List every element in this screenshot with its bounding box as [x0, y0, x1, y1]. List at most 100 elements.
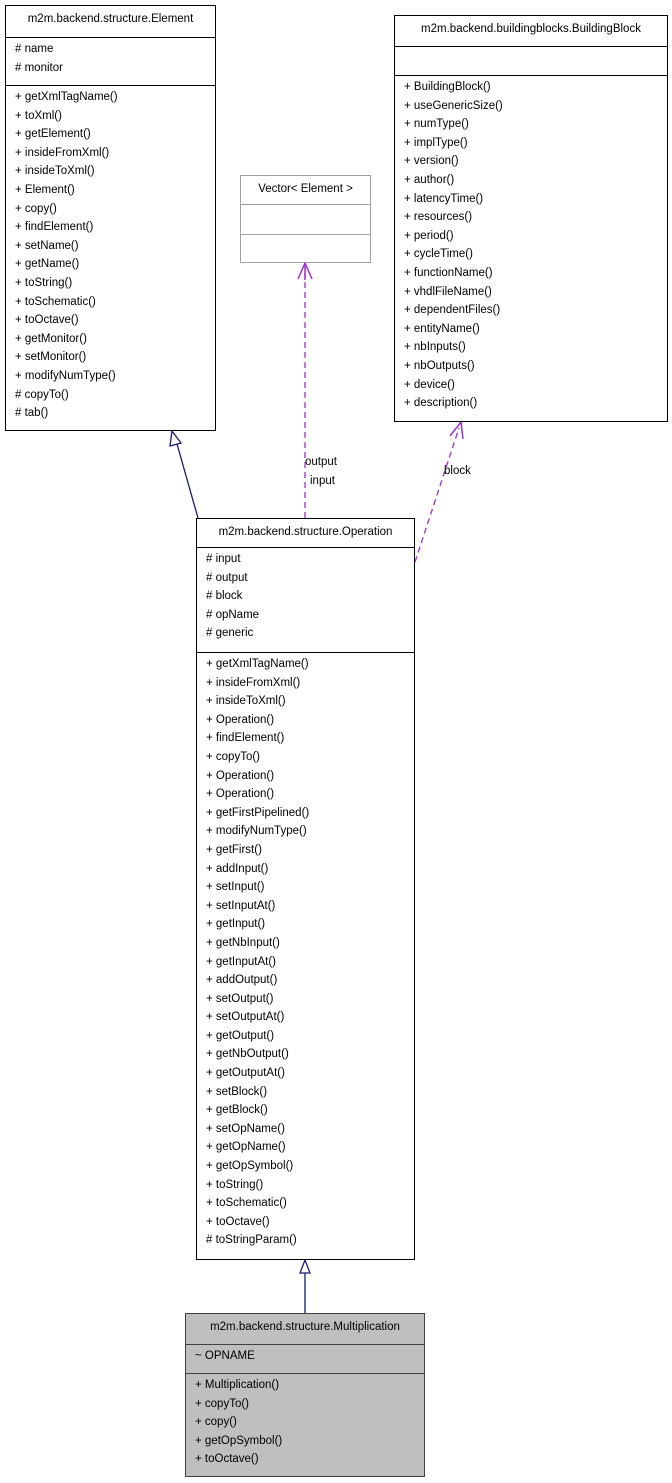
method-item[interactable]: + insideFromXml() — [206, 674, 414, 693]
method-item[interactable]: + getInput() — [206, 915, 414, 934]
method-item[interactable]: + toOctave() — [15, 311, 215, 330]
method-item[interactable]: + copy() — [195, 1413, 424, 1432]
method-item[interactable]: + modifyNumType() — [206, 822, 414, 841]
method-item[interactable]: + getName() — [15, 255, 215, 274]
methods-section: + BuildingBlock() + useGenericSize() + num… — [395, 75, 667, 413]
method-item[interactable]: + setInputAt() — [206, 897, 414, 916]
method-item[interactable]: + device() — [404, 376, 667, 395]
method-item[interactable]: + getOpName() — [206, 1138, 414, 1157]
method-item[interactable]: + functionName() — [404, 264, 667, 283]
attribute-item[interactable]: # input — [206, 550, 414, 569]
attribute-item[interactable]: # monitor — [15, 59, 215, 78]
attribute-item[interactable]: # opName — [206, 606, 414, 625]
method-item[interactable]: + getFirst() — [206, 841, 414, 860]
method-item[interactable]: + setName() — [15, 237, 215, 256]
inheritance-arrowhead-operation — [299, 1258, 311, 1274]
method-item[interactable]: + copy() — [15, 200, 215, 219]
method-item[interactable]: + toSchematic() — [15, 293, 215, 312]
attribute-item[interactable]: # name — [15, 40, 215, 59]
method-item[interactable]: + toOctave() — [195, 1450, 424, 1469]
method-item[interactable]: + entityName() — [404, 320, 667, 339]
attribute-item[interactable]: # output — [206, 569, 414, 588]
method-item[interactable]: + getBlock() — [206, 1101, 414, 1120]
class-vector[interactable]: Vector< Element > — [240, 175, 371, 263]
method-item[interactable]: + insideToXml() — [15, 162, 215, 181]
method-item[interactable]: + setOpName() — [206, 1120, 414, 1139]
method-item[interactable]: + version() — [404, 152, 667, 171]
method-item[interactable]: + resources() — [404, 208, 667, 227]
methods-section: + Multiplication() + copyTo() + copy() + ge… — [186, 1373, 424, 1469]
attribute-item[interactable]: # generic — [206, 624, 414, 643]
method-item[interactable]: + toOctave() — [206, 1213, 414, 1232]
method-item[interactable]: + getOutputAt() — [206, 1064, 414, 1083]
method-item[interactable]: + getElement() — [15, 125, 215, 144]
edge-operation-element — [176, 443, 199, 519]
method-item[interactable]: + findElement() — [15, 218, 215, 237]
attributes-section: ~ OPNAME — [186, 1344, 424, 1373]
class-name: m2m.backend.structure.Multiplication — [210, 1321, 400, 1333]
method-item[interactable]: + Element() — [15, 181, 215, 200]
class-name: m2m.backend.buildingblocks.BuildingBlock — [421, 23, 641, 35]
method-item[interactable]: + nbOutputs() — [404, 357, 667, 376]
attributes-section: # name # monitor — [6, 37, 215, 85]
method-item[interactable]: + addInput() — [206, 860, 414, 879]
edge-label-output: output — [305, 456, 337, 468]
method-item[interactable]: + numType() — [404, 115, 667, 134]
method-item[interactable]: + implType() — [404, 134, 667, 153]
method-item[interactable]: + author() — [404, 171, 667, 190]
method-item[interactable]: + toXml() — [15, 107, 215, 126]
method-item[interactable]: + getNbOutput() — [206, 1045, 414, 1064]
method-item[interactable]: + getFirstPipelined() — [206, 804, 414, 823]
method-item[interactable]: + Operation() — [206, 785, 414, 804]
method-item[interactable]: + setMonitor() — [15, 348, 215, 367]
method-item[interactable]: # copyTo() — [15, 386, 215, 405]
method-item[interactable]: + period() — [404, 227, 667, 246]
method-item[interactable]: + setInput() — [206, 878, 414, 897]
inheritance-arrowhead-element — [169, 429, 183, 447]
method-item[interactable]: + cycleTime() — [404, 245, 667, 264]
class-multiplication[interactable]: m2m.backend.structure.Multiplication ~ O… — [185, 1313, 425, 1477]
method-item[interactable]: + getOutput() — [206, 1027, 414, 1046]
method-item[interactable]: + modifyNumType() — [15, 367, 215, 386]
class-building-block[interactable]: m2m.backend.buildingblocks.BuildingBlock… — [394, 15, 668, 422]
methods-section: + getXmlTagName() + toXml() + getElement()… — [6, 85, 215, 423]
class-name: Vector< Element > — [258, 183, 353, 195]
method-item[interactable]: + insideFromXml() — [15, 144, 215, 163]
method-item[interactable]: + toString() — [15, 274, 215, 293]
method-item[interactable]: + getMonitor() — [15, 330, 215, 349]
method-item[interactable]: + copyTo() — [195, 1395, 424, 1414]
method-item[interactable]: + getOpSymbol() — [195, 1432, 424, 1451]
method-item[interactable]: + getXmlTagName() — [206, 655, 414, 674]
method-item[interactable]: + findElement() — [206, 729, 414, 748]
attribute-item[interactable]: ~ OPNAME — [195, 1347, 424, 1366]
method-item[interactable]: + getNbInput() — [206, 934, 414, 953]
method-item[interactable]: # tab() — [15, 404, 215, 423]
method-item[interactable]: + latencyTime() — [404, 190, 667, 209]
method-item[interactable]: + BuildingBlock() — [404, 78, 667, 97]
method-item[interactable]: + Operation() — [206, 711, 414, 730]
method-item[interactable]: + nbInputs() — [404, 338, 667, 357]
method-item[interactable]: + toSchematic() — [206, 1194, 414, 1213]
method-item[interactable]: + setOutputAt() — [206, 1008, 414, 1027]
method-item[interactable]: + vhdlFileName() — [404, 283, 667, 302]
method-item[interactable]: + getOpSymbol() — [206, 1157, 414, 1176]
method-item[interactable]: + setBlock() — [206, 1083, 414, 1102]
method-item[interactable]: + insideToXml() — [206, 692, 414, 711]
method-item[interactable]: + copyTo() — [206, 748, 414, 767]
attribute-item[interactable]: # block — [206, 587, 414, 606]
method-item[interactable]: + getInputAt() — [206, 953, 414, 972]
method-item[interactable]: + toString() — [206, 1176, 414, 1195]
method-item[interactable]: + description() — [404, 394, 667, 413]
class-operation[interactable]: m2m.backend.structure.Operation # input #… — [196, 518, 415, 1260]
method-item[interactable]: + getXmlTagName() — [15, 88, 215, 107]
method-item[interactable]: + useGenericSize() — [404, 97, 667, 116]
method-item[interactable]: + Multiplication() — [195, 1376, 424, 1395]
method-item[interactable]: + addOutput() — [206, 971, 414, 990]
method-item[interactable]: + Operation() — [206, 767, 414, 786]
methods-section — [241, 234, 370, 262]
method-item[interactable]: + dependentFiles() — [404, 301, 667, 320]
method-item[interactable]: # toStringParam() — [206, 1231, 414, 1250]
edge-operation-buildingblock — [414, 427, 460, 563]
class-element[interactable]: m2m.backend.structure.Element # name # mo… — [5, 5, 216, 431]
method-item[interactable]: + setOutput() — [206, 990, 414, 1009]
